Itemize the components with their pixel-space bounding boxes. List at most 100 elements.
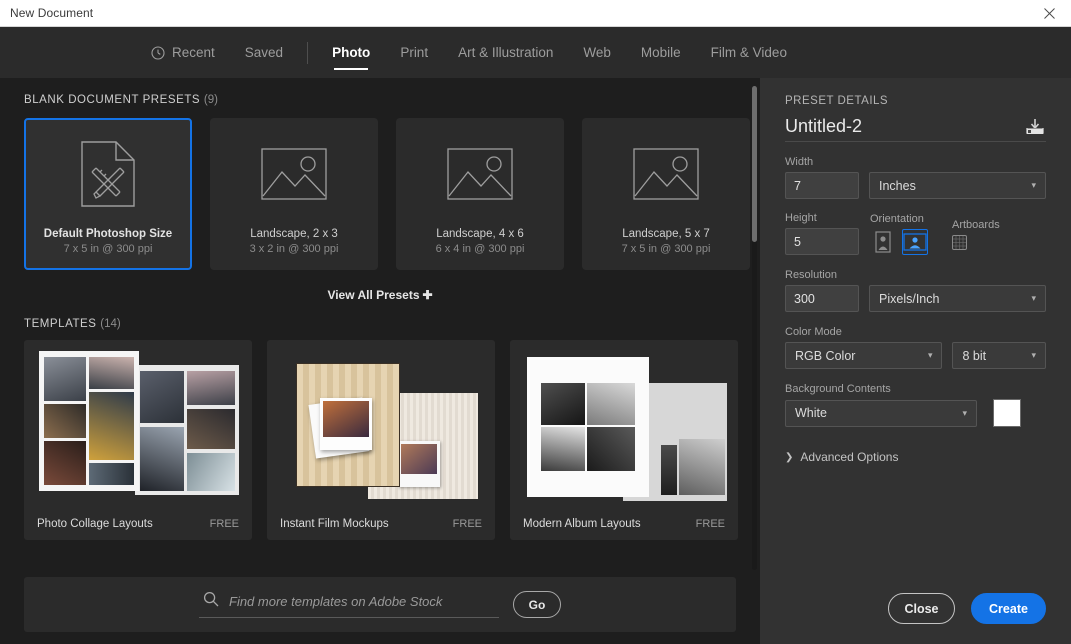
chevron-down-icon: ▾ bbox=[928, 350, 933, 361]
orientation-group: Orientation bbox=[870, 213, 928, 255]
tab-print[interactable]: Print bbox=[385, 27, 443, 78]
preset-card-landscape-5x7[interactable]: Landscape, 5 x 7 7 x 5 in @ 300 ppi bbox=[582, 118, 750, 270]
tab-saved[interactable]: Saved bbox=[230, 27, 298, 78]
templates-count: (14) bbox=[100, 318, 120, 330]
tab-label: Photo bbox=[332, 45, 370, 60]
template-thumbnail bbox=[513, 343, 735, 504]
preset-name: Landscape, 2 x 3 bbox=[250, 228, 338, 240]
search-input[interactable] bbox=[229, 594, 495, 609]
adobe-stock-search-bar: Go bbox=[24, 577, 736, 632]
tab-mobile[interactable]: Mobile bbox=[626, 27, 696, 78]
preset-name: Landscape, 4 x 6 bbox=[436, 228, 524, 240]
tab-recent[interactable]: Recent bbox=[141, 27, 230, 78]
templates-heading-label: TEMPLATES bbox=[24, 318, 96, 330]
background-contents-row: Background Contents White ▾ bbox=[785, 383, 1046, 427]
template-badge: FREE bbox=[453, 518, 482, 530]
blank-presets-heading: BLANK DOCUMENT PRESETS (9) bbox=[0, 78, 760, 106]
template-card-photo-collage-layouts[interactable]: Photo Collage Layouts FREE bbox=[24, 340, 252, 540]
tab-label: Mobile bbox=[641, 45, 681, 60]
view-all-presets-label: View All Presets bbox=[327, 288, 419, 302]
create-button[interactable]: Create bbox=[971, 593, 1046, 624]
search-field-wrapper[interactable] bbox=[199, 591, 499, 618]
template-footer: Modern Album Layouts FREE bbox=[510, 507, 738, 540]
view-all-presets-link[interactable]: View All Presets✚ bbox=[0, 270, 760, 302]
template-badge: FREE bbox=[210, 518, 239, 530]
template-title: Modern Album Layouts bbox=[523, 518, 641, 530]
tab-label: Film & Video bbox=[711, 45, 787, 60]
advanced-options-toggle[interactable]: ❯ Advanced Options bbox=[785, 450, 1046, 464]
artboards-group: Artboards bbox=[952, 219, 1000, 255]
resolution-row: Resolution Pixels/Inch ▾ bbox=[785, 269, 1046, 312]
chevron-down-icon: ▾ bbox=[1031, 180, 1036, 191]
clock-icon bbox=[151, 46, 165, 60]
document-name-row bbox=[785, 116, 1046, 142]
close-button[interactable]: Close bbox=[888, 593, 955, 624]
image-placeholder-icon bbox=[584, 120, 748, 228]
height-group: Height bbox=[785, 212, 859, 255]
color-mode-label: Color Mode bbox=[785, 326, 1046, 338]
document-name-input[interactable] bbox=[785, 116, 995, 137]
width-input[interactable] bbox=[785, 172, 859, 199]
width-unit-value: Inches bbox=[879, 179, 916, 193]
window-title: New Document bbox=[0, 6, 93, 20]
preset-details-panel: PRESET DETAILS Width Inches ▾ bbox=[760, 78, 1071, 644]
template-footer: Instant Film Mockups FREE bbox=[267, 507, 495, 540]
preset-name: Default Photoshop Size bbox=[44, 228, 172, 240]
landscape-orientation-icon[interactable] bbox=[902, 229, 928, 255]
bit-depth-select[interactable]: 8 bit ▾ bbox=[952, 342, 1046, 369]
category-tab-bar: Recent Saved Photo Print Art & Illustrat… bbox=[0, 27, 1071, 78]
resolution-input[interactable] bbox=[785, 285, 859, 312]
resolution-unit-select[interactable]: Pixels/Inch ▾ bbox=[869, 285, 1046, 312]
tab-film-video[interactable]: Film & Video bbox=[696, 27, 802, 78]
blank-presets-list: Default Photoshop Size 7 x 5 in @ 300 pp… bbox=[0, 106, 760, 270]
template-card-instant-film-mockups[interactable]: Instant Film Mockups FREE bbox=[267, 340, 495, 540]
template-badge: FREE bbox=[696, 518, 725, 530]
advanced-options-label: Advanced Options bbox=[800, 450, 898, 464]
preset-spec: 6 x 4 in @ 300 ppi bbox=[436, 243, 525, 255]
main-scrollbar-track[interactable] bbox=[752, 86, 757, 570]
color-mode-row: Color Mode RGB Color ▾ 8 bit ▾ bbox=[785, 326, 1046, 369]
width-label: Width bbox=[785, 156, 1046, 168]
width-unit-select[interactable]: Inches ▾ bbox=[869, 172, 1046, 199]
preset-card-default-photoshop-size[interactable]: Default Photoshop Size 7 x 5 in @ 300 pp… bbox=[24, 118, 192, 270]
templates-heading: TEMPLATES (14) bbox=[0, 302, 760, 330]
background-contents-select[interactable]: White ▾ bbox=[785, 400, 977, 427]
preset-spec: 7 x 5 in @ 300 ppi bbox=[622, 243, 711, 255]
resolution-label: Resolution bbox=[785, 269, 1046, 281]
image-placeholder-icon bbox=[398, 120, 562, 228]
preset-name: Landscape, 5 x 7 bbox=[622, 228, 710, 240]
tab-art-illustration[interactable]: Art & Illustration bbox=[443, 27, 568, 78]
height-orientation-artboards-row: Height Orientation bbox=[785, 212, 1046, 255]
image-placeholder-icon bbox=[212, 120, 376, 228]
templates-list: Photo Collage Layouts FREE Instant Film … bbox=[0, 330, 760, 540]
background-color-swatch[interactable] bbox=[993, 399, 1021, 427]
background-contents-label: Background Contents bbox=[785, 383, 1046, 395]
tab-photo[interactable]: Photo bbox=[317, 27, 385, 78]
color-mode-value: RGB Color bbox=[795, 349, 855, 363]
tab-label: Saved bbox=[245, 45, 283, 60]
tab-label: Web bbox=[583, 45, 611, 60]
preset-card-landscape-2x3[interactable]: Landscape, 2 x 3 3 x 2 in @ 300 ppi bbox=[210, 118, 378, 270]
template-card-modern-album-layouts[interactable]: Modern Album Layouts FREE bbox=[510, 340, 738, 540]
template-thumbnail bbox=[27, 343, 249, 504]
background-contents-value: White bbox=[795, 406, 827, 420]
new-document-dialog: New Document Recent Saved Photo Print bbox=[0, 0, 1071, 644]
artboards-checkbox[interactable] bbox=[952, 235, 967, 250]
preset-spec: 3 x 2 in @ 300 ppi bbox=[250, 243, 339, 255]
close-icon[interactable] bbox=[1027, 0, 1071, 26]
portrait-orientation-icon[interactable] bbox=[870, 229, 896, 255]
blank-presets-count: (9) bbox=[204, 94, 218, 106]
chevron-right-icon: ❯ bbox=[785, 452, 793, 463]
search-go-button[interactable]: Go bbox=[513, 591, 561, 618]
orientation-label: Orientation bbox=[870, 213, 928, 225]
preset-details-heading: PRESET DETAILS bbox=[785, 78, 1046, 107]
preset-card-landscape-4x6[interactable]: Landscape, 4 x 6 6 x 4 in @ 300 ppi bbox=[396, 118, 564, 270]
tab-web[interactable]: Web bbox=[568, 27, 626, 78]
bit-depth-value: 8 bit bbox=[962, 349, 986, 363]
save-preset-icon[interactable] bbox=[1024, 118, 1046, 136]
width-row: Width Inches ▾ bbox=[785, 156, 1046, 199]
height-input[interactable] bbox=[785, 228, 859, 255]
color-mode-select[interactable]: RGB Color ▾ bbox=[785, 342, 942, 369]
main-scrollbar-thumb[interactable] bbox=[752, 86, 757, 242]
tab-label: Art & Illustration bbox=[458, 45, 553, 60]
